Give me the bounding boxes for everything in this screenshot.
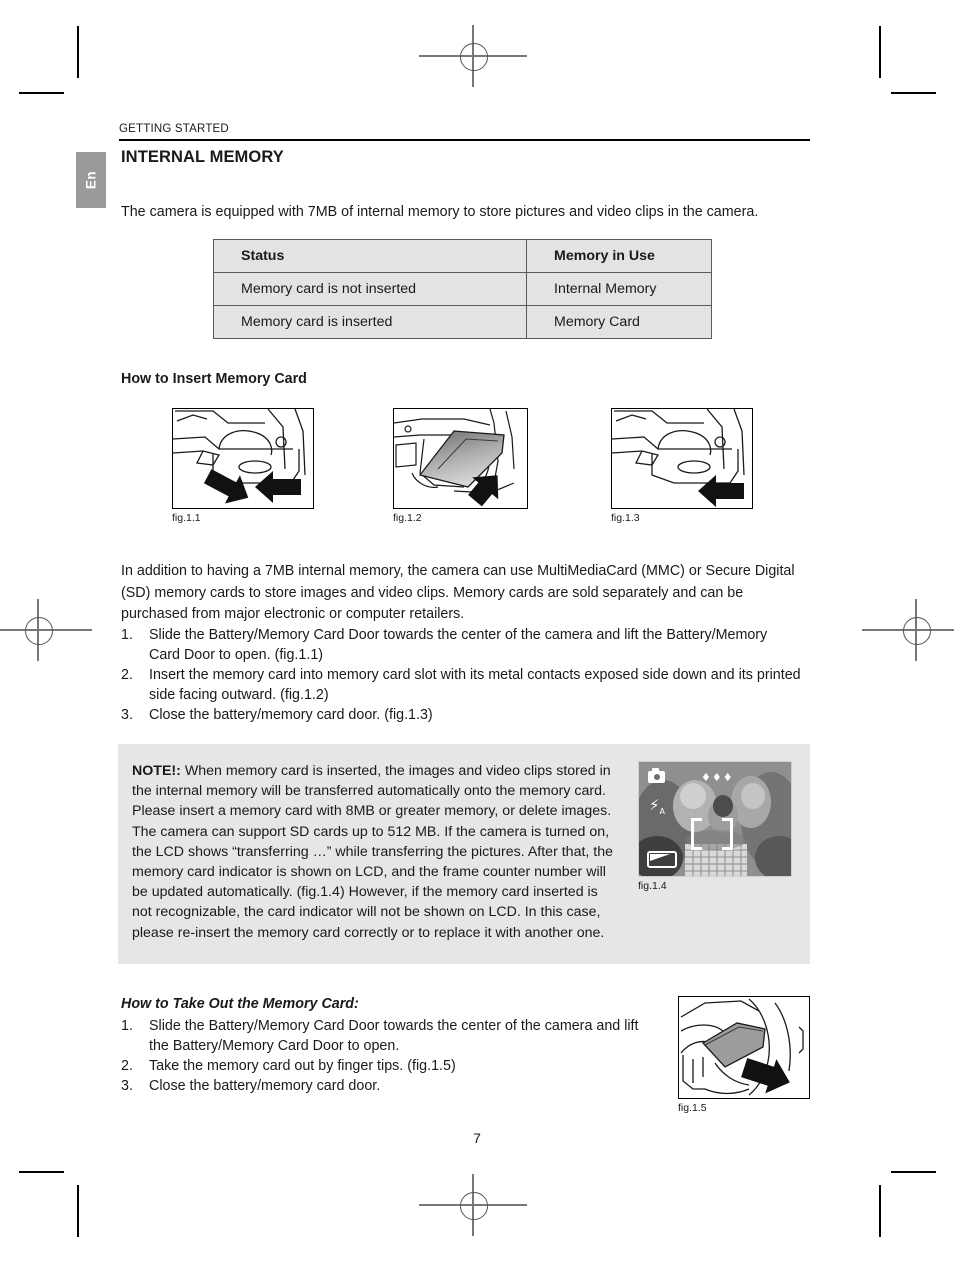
- figure-1-2-frame: [393, 408, 528, 509]
- list-item-number: 2.: [121, 667, 133, 683]
- page-number: 7: [473, 1130, 481, 1146]
- takeout-steps-list: 1. Slide the Battery/Memory Card Door to…: [121, 1016, 651, 1096]
- list-item-number: 2.: [121, 1058, 133, 1074]
- figure-1-5-caption: fig.1.5: [678, 1102, 707, 1114]
- list-item-text: Close the battery/memory card door. (fig…: [149, 707, 433, 723]
- figure-1-4-caption: fig.1.4: [638, 880, 667, 892]
- camera-door-open-illustration: [173, 409, 306, 504]
- figure-1-2-caption: fig.1.2: [393, 512, 422, 524]
- figure-1-1-caption: fig.1.1: [172, 512, 201, 524]
- list-item: 1. Slide the Battery/Memory Card Door to…: [121, 625, 801, 665]
- figure-1-4: ♦♦♦ ⚡A fig.1.4: [638, 761, 792, 892]
- running-header: GETTING STARTED: [119, 123, 229, 135]
- table-cell-status: Memory card is not inserted: [213, 272, 527, 306]
- list-item-text: Slide the Battery/Memory Card Door towar…: [149, 627, 768, 663]
- memory-card-removal-illustration: [679, 997, 809, 1098]
- list-item-number: 1.: [121, 627, 133, 643]
- list-item-number: 1.: [121, 1018, 133, 1034]
- figure-1-2: fig.1.2: [393, 408, 528, 524]
- table-header-row: Status Memory in Use: [213, 239, 712, 273]
- note-label: NOTE!:: [132, 763, 181, 779]
- page-content: GETTING STARTED En INTERNAL MEMORY The c…: [0, 0, 954, 1263]
- figure-1-3-frame: [611, 408, 753, 509]
- table-cell-memory: Internal Memory: [526, 272, 712, 306]
- camera-icon: [648, 768, 665, 783]
- figure-strip-insert: fig.1.1 fig.1.2 fig.1.3: [121, 408, 821, 533]
- battery-icon: [647, 851, 677, 868]
- table-cell-memory: Memory Card: [526, 305, 712, 339]
- note-body: When memory card is inserted, the images…: [132, 763, 614, 941]
- language-tab-label: En: [83, 170, 99, 190]
- intro-paragraph: The camera is equipped with 7MB of inter…: [121, 204, 759, 221]
- subsection-heading-takeout: How to Take Out the Memory Card:: [121, 996, 359, 1012]
- list-item-text: Slide the Battery/Memory Card Door towar…: [149, 1018, 639, 1054]
- subsection-heading-insert: How to Insert Memory Card: [121, 371, 307, 387]
- list-item-text: Insert the memory card into memory card …: [149, 667, 801, 703]
- language-tab: En: [76, 152, 106, 208]
- insert-steps-list: 1. Slide the Battery/Memory Card Door to…: [121, 625, 801, 725]
- memory-card-paragraph: In addition to having a 7MB internal mem…: [121, 563, 795, 622]
- page-title: INTERNAL MEMORY: [121, 148, 284, 166]
- list-item: 3. Close the battery/memory card door. (…: [121, 705, 801, 725]
- table-row: Memory card is not inserted Internal Mem…: [213, 272, 712, 306]
- arrow-close-icon: [698, 475, 744, 507]
- list-item-text: Close the battery/memory card door.: [149, 1078, 381, 1094]
- list-item: 2. Take the memory card out by finger ti…: [121, 1056, 651, 1076]
- table-row: Memory card is inserted Memory Card: [213, 305, 712, 339]
- figure-1-5: fig.1.5: [678, 996, 810, 1114]
- list-item-number: 3.: [121, 707, 133, 723]
- camera-door-closed-illustration: [612, 409, 745, 507]
- table-header-memory-in-use: Memory in Use: [526, 239, 712, 273]
- figure-1-3: fig.1.3: [611, 408, 753, 524]
- list-item: 3. Close the battery/memory card door.: [121, 1076, 651, 1096]
- table-header-status: Status: [213, 239, 527, 273]
- figure-1-5-frame: [678, 996, 810, 1099]
- figure-1-1-frame: [172, 408, 314, 509]
- header-rule: [119, 139, 810, 142]
- status-table: Status Memory in Use Memory card is not …: [213, 239, 712, 339]
- quality-diamonds-icon: ♦♦♦: [701, 771, 734, 784]
- focus-bracket-icon: [691, 818, 733, 850]
- arrow-push-icon: [255, 471, 301, 503]
- table-cell-status: Memory card is inserted: [213, 305, 527, 339]
- lcd-preview-screen: ♦♦♦ ⚡A: [638, 761, 792, 877]
- memory-card-insertion-illustration: [394, 409, 515, 507]
- list-item-number: 3.: [121, 1078, 133, 1094]
- list-item: 2. Insert the memory card into memory ca…: [121, 665, 801, 705]
- list-item: 1. Slide the Battery/Memory Card Door to…: [121, 1016, 651, 1056]
- arrow-slide-icon: [203, 469, 249, 504]
- figure-1-3-caption: fig.1.3: [611, 512, 640, 524]
- figure-1-1: fig.1.1: [172, 408, 314, 524]
- flash-auto-icon: ⚡A: [649, 796, 666, 817]
- list-item-text: Take the memory card out by finger tips.…: [149, 1058, 456, 1074]
